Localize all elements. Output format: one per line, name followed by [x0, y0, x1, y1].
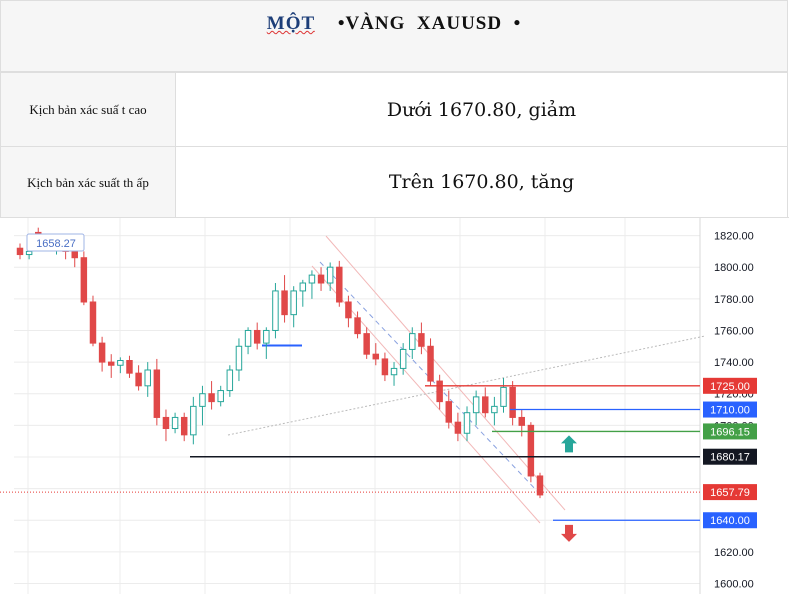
scenario-table: Kịch bản xác suấ t cao Dưới 1670.80, giả… [0, 72, 788, 218]
header: MỘT •VÀNG XAUUSD • [0, 0, 788, 72]
candle-body [381, 358, 389, 376]
candle-body [345, 301, 352, 319]
candle-body [491, 405, 498, 414]
candle-body [89, 301, 97, 344]
candle-body [527, 424, 535, 477]
candle-body [208, 393, 215, 403]
level-label: 1710.00 [710, 405, 750, 417]
candle-body [281, 290, 288, 316]
candle-body [409, 333, 416, 350]
candle-body [171, 416, 179, 430]
candle-body [482, 396, 489, 414]
page-title: MỘT •VÀNG XAUUSD • [1, 13, 787, 35]
candle-body [372, 353, 380, 360]
candle-body [153, 369, 161, 418]
level-label: 1640.00 [710, 515, 750, 527]
candle-body [16, 247, 24, 256]
candle-body [454, 421, 462, 434]
candle-body [71, 250, 78, 259]
chart-panel: 1600.001620.001640.001660.001680.001700.… [0, 217, 789, 594]
arrow-up-icon [561, 435, 577, 453]
page: MỘT •VÀNG XAUUSD • Kịch bản xác suấ t ca… [0, 0, 789, 594]
title-part-1: MỘT [266, 13, 315, 34]
candle-body [326, 266, 334, 284]
candle-body [80, 257, 88, 303]
candle-body [126, 360, 133, 374]
scenario-row-low: Kịch bản xác suất th ấp Trên 1670.80, tă… [0, 146, 788, 218]
candle-body [263, 329, 270, 344]
candle-body [162, 416, 170, 430]
candle-body [436, 380, 443, 403]
candle-body [509, 386, 516, 418]
scenario-label: Kịch bản xác suấ t cao [0, 72, 176, 147]
candle-body [317, 274, 325, 284]
candle-body [107, 361, 115, 366]
candle-body [135, 372, 142, 387]
candle-body [354, 317, 361, 335]
level-label: 1680.17 [710, 452, 750, 464]
level-label: 1696.15 [710, 426, 750, 438]
candle-body [117, 360, 124, 366]
candle-body [418, 333, 425, 347]
candle-body [98, 342, 106, 363]
arrow-down-icon [561, 524, 577, 542]
scenario-label: Kịch bản xác suất th ấp [0, 146, 176, 218]
candle-body [363, 333, 370, 355]
candle-body [500, 386, 507, 407]
y-tick-label: 1800.00 [714, 262, 754, 274]
price-tag-label: 1658.27 [36, 238, 76, 250]
candle-body [217, 390, 224, 403]
candle-body [445, 401, 453, 423]
candle-body [472, 396, 480, 414]
candlestick-chart[interactable]: 1600.001620.001640.001660.001680.001700.… [0, 218, 789, 594]
y-tick-label: 1780.00 [714, 294, 754, 306]
level-label: 1657.79 [710, 487, 750, 499]
candle-body [144, 369, 151, 387]
candle-body [399, 348, 407, 369]
candle-body [199, 393, 206, 407]
candle-body [390, 367, 398, 376]
y-tick-label: 1600.00 [714, 579, 754, 591]
candle-body [25, 250, 33, 256]
y-tick-label: 1620.00 [714, 547, 754, 559]
candle-body [235, 345, 243, 371]
candle-body [299, 282, 307, 292]
candle-body [180, 416, 188, 436]
scenario-value: Trên 1670.80, tăng [175, 146, 788, 218]
candle-body [518, 416, 525, 426]
scenario-row-high: Kịch bản xác suấ t cao Dưới 1670.80, giả… [0, 72, 788, 147]
candle-body [308, 274, 316, 284]
candle-body [336, 266, 343, 303]
candle-body [253, 329, 261, 344]
candle-body [244, 329, 252, 347]
candle-body [463, 412, 471, 434]
level-label: 1725.00 [710, 381, 750, 393]
scenario-value: Dưới 1670.80, giảm [175, 72, 788, 147]
candle-body [427, 345, 434, 382]
candle-body [190, 405, 197, 436]
candle-body [226, 369, 234, 392]
title-part-2: •VÀNG XAUUSD • [337, 13, 522, 34]
candle-body [290, 290, 297, 316]
y-tick-label: 1820.00 [714, 231, 754, 243]
candle-body [272, 290, 279, 331]
y-tick-label: 1740.00 [714, 357, 754, 369]
y-tick-label: 1760.00 [714, 325, 754, 337]
